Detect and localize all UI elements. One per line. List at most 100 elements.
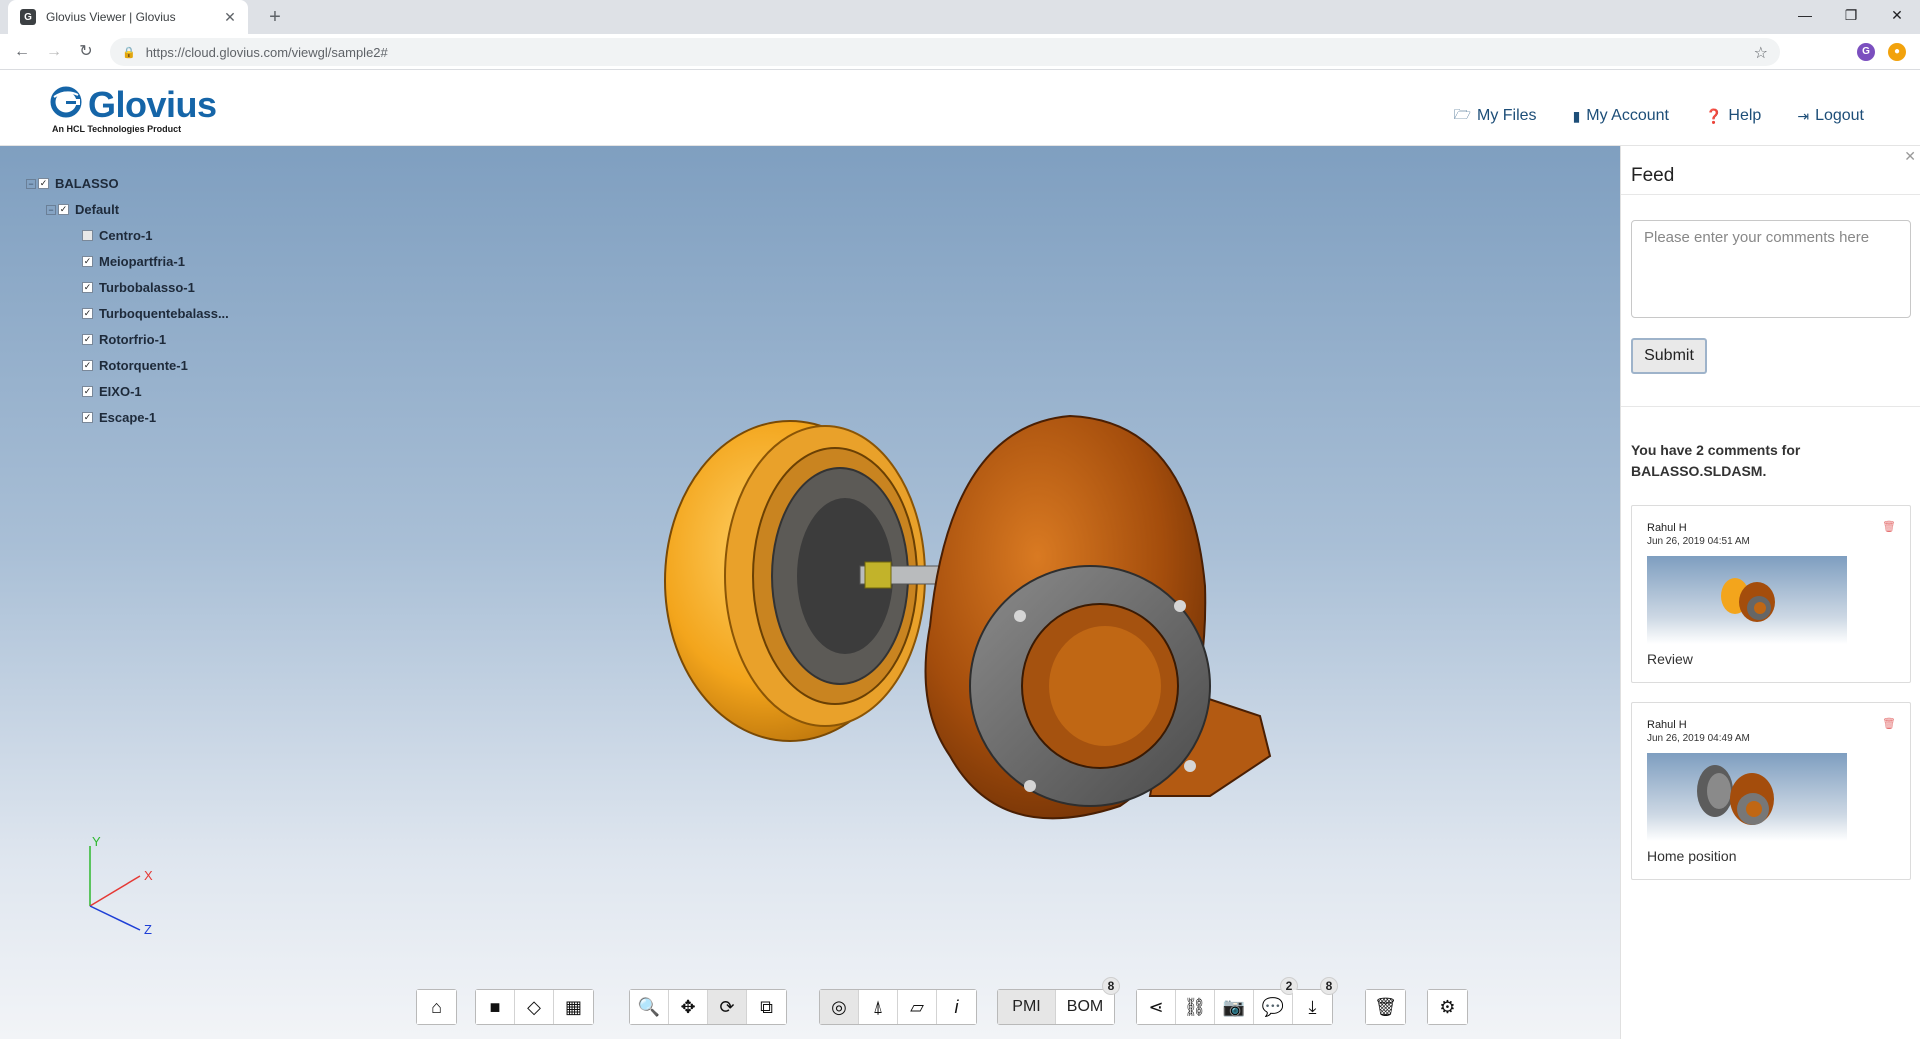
info-button[interactable]: i	[937, 990, 976, 1024]
feed-panel: ✕ Feed Submit You have 2 comments for BA…	[1620, 146, 1920, 1039]
nav-label: My Files	[1477, 107, 1537, 124]
shaded-edges-button[interactable]: ▦	[554, 990, 593, 1024]
thumbnail-model-icon	[1697, 765, 1774, 825]
tree-checkbox[interactable]: ✓	[82, 256, 93, 267]
new-tab-button[interactable]: +	[262, 4, 288, 30]
tree-item[interactable]: ✓ Escape-1	[82, 410, 156, 425]
tree-checkbox[interactable]	[82, 230, 93, 241]
tree-checkbox[interactable]: ✓	[82, 360, 93, 371]
tools-group: ◎ ⍋ ▱ i	[819, 989, 977, 1027]
comments-button[interactable]: 💬 2	[1254, 977, 1298, 1024]
comment-thumbnail[interactable]	[1647, 753, 1847, 841]
help-icon: ❓	[1704, 107, 1723, 124]
divider	[1621, 406, 1920, 407]
section-button[interactable]: ◎	[820, 990, 859, 1024]
delete-comment-icon[interactable]: 🗑	[1882, 520, 1896, 533]
pmi-bom-group: PMI BOM 8	[997, 977, 1120, 1027]
nav-label: Help	[1728, 107, 1762, 124]
tree-checkbox[interactable]: ✓	[82, 308, 93, 319]
measure-button[interactable]: ⍋	[859, 990, 898, 1024]
delete-comment-icon[interactable]: 🗑	[1882, 717, 1896, 730]
close-window-button[interactable]: ✕	[1874, 0, 1920, 30]
delete-group: 🗑	[1365, 989, 1406, 1027]
collapse-icon[interactable]: −	[26, 178, 36, 189]
download-button[interactable]: ⤓ 8	[1293, 977, 1338, 1024]
markup-button[interactable]: ▱	[898, 990, 937, 1024]
tree-item[interactable]: ✓ Turboquentebalass...	[82, 306, 229, 321]
tree-item[interactable]: ✓ Rotorfrio-1	[82, 332, 166, 347]
wireframe-view-button[interactable]: ◇	[515, 990, 554, 1024]
feed-title: Feed	[1631, 165, 1675, 186]
address-bar[interactable]: 🔒 https://cloud.glovius.com/viewgl/sampl…	[110, 38, 1780, 66]
tree-label: Escape-1	[99, 410, 157, 425]
url-text: https://cloud.glovius.com/viewgl/sample2…	[145, 44, 388, 60]
tree-item[interactable]: ✓ EIXO-1	[82, 384, 142, 399]
axis-x-label: X	[144, 868, 153, 883]
reload-button[interactable]: ↻	[74, 40, 98, 64]
turbocharger-model[interactable]	[650, 326, 1350, 846]
nav-my-account[interactable]: ▮ My Account	[1573, 104, 1669, 128]
nav-help[interactable]: ❓ Help	[1705, 104, 1761, 128]
tree-checkbox[interactable]: ✓	[82, 412, 93, 423]
shaded-view-button[interactable]: ■	[476, 990, 515, 1024]
nav-my-files[interactable]: 🗁 My Files	[1454, 104, 1537, 128]
tree-label: Centro-1	[99, 228, 153, 243]
tree-checkbox[interactable]: ✓	[38, 178, 49, 189]
app-header: Glovius An HCL Technologies Product 🗁 My…	[0, 70, 1920, 146]
tree-checkbox[interactable]: ✓	[82, 334, 93, 345]
pmi-button[interactable]: PMI	[998, 990, 1056, 1024]
comment-input[interactable]	[1631, 220, 1911, 318]
bom-count-badge: 8	[1102, 977, 1120, 995]
rotate-button[interactable]: ⟳	[708, 990, 747, 1024]
brand-tagline: An HCL Technologies Product	[52, 124, 182, 134]
tree-item[interactable]: Centro-1	[82, 228, 152, 243]
comment-date: Jun 26, 2019 04:51 AM	[1647, 536, 1750, 547]
tree-checkbox[interactable]: ✓	[58, 204, 69, 215]
tree-item[interactable]: ✓ Turbobalasso-1	[82, 280, 195, 295]
zoom-button[interactable]: 🔍	[630, 990, 669, 1024]
account-icon: ▮	[1572, 107, 1581, 124]
share-button[interactable]: ⋖	[1137, 990, 1176, 1024]
comment-count-text: You have 2 comments for BALASSO.SLDASM.	[1631, 442, 1801, 479]
settings-button[interactable]: ⚙	[1428, 990, 1467, 1024]
tree-label: EIXO-1	[99, 384, 142, 399]
snapshot-button[interactable]: 📷	[1215, 990, 1254, 1024]
forward-button[interactable]: →	[42, 40, 66, 64]
tree-checkbox[interactable]: ✓	[82, 386, 93, 397]
tab-close-icon[interactable]: ✕	[222, 9, 238, 26]
minimize-button[interactable]: —	[1782, 0, 1828, 30]
pan-button[interactable]: ✥	[669, 990, 708, 1024]
extension-icon[interactable]: ●	[1888, 43, 1906, 61]
nav-logout[interactable]: ⇥ Logout	[1797, 104, 1864, 128]
zoom-window-button[interactable]: ⧉	[747, 990, 786, 1024]
collapse-icon[interactable]: −	[46, 204, 56, 215]
browser-tab[interactable]: G Glovius Viewer | Glovius ✕	[8, 0, 248, 34]
tree-item[interactable]: ✓ Rotorquente-1	[82, 358, 188, 373]
tree-checkbox[interactable]: ✓	[82, 282, 93, 293]
settings-group: ⚙	[1427, 989, 1468, 1027]
comment-author: Rahul H	[1647, 719, 1687, 731]
tree-root[interactable]: − ✓ BALASSO	[26, 176, 119, 191]
tree-config[interactable]: − ✓ Default	[46, 202, 119, 217]
home-view-button[interactable]: ⌂	[417, 990, 456, 1024]
submit-button[interactable]: Submit	[1631, 338, 1707, 374]
trash-button[interactable]: 🗑	[1366, 990, 1405, 1024]
comment-card[interactable]: Rahul H Jun 26, 2019 04:51 AM 🗑 Review	[1631, 505, 1911, 683]
tree-item[interactable]: ✓ Meiopartfria-1	[82, 254, 185, 269]
profile-avatar[interactable]: G	[1857, 43, 1875, 61]
glovius-mark-icon	[50, 86, 82, 118]
logout-icon: ⇥	[1797, 107, 1810, 124]
browser-tabstrip: G Glovius Viewer | Glovius ✕ + — ❐ ✕	[0, 0, 1920, 34]
bookmark-star-icon[interactable]: ☆	[1754, 43, 1768, 63]
bom-button[interactable]: BOM 8	[1056, 977, 1120, 1024]
tree-label: Rotorfrio-1	[99, 332, 167, 347]
comment-card[interactable]: Rahul H Jun 26, 2019 04:49 AM 🗑 Home pos…	[1631, 702, 1911, 880]
home-group: ⌂	[416, 989, 457, 1027]
close-icon[interactable]: ✕	[1904, 148, 1916, 165]
restore-button[interactable]: ❐	[1828, 0, 1874, 30]
3d-viewport[interactable]: − ✓ BALASSO − ✓ Default Centro-1 ✓ Meiop…	[0, 146, 1620, 1039]
tab-title: Glovius Viewer | Glovius	[46, 10, 176, 24]
link-button[interactable]: ⛓	[1176, 990, 1215, 1024]
comment-thumbnail[interactable]	[1647, 556, 1847, 644]
back-button[interactable]: ←	[10, 40, 34, 64]
